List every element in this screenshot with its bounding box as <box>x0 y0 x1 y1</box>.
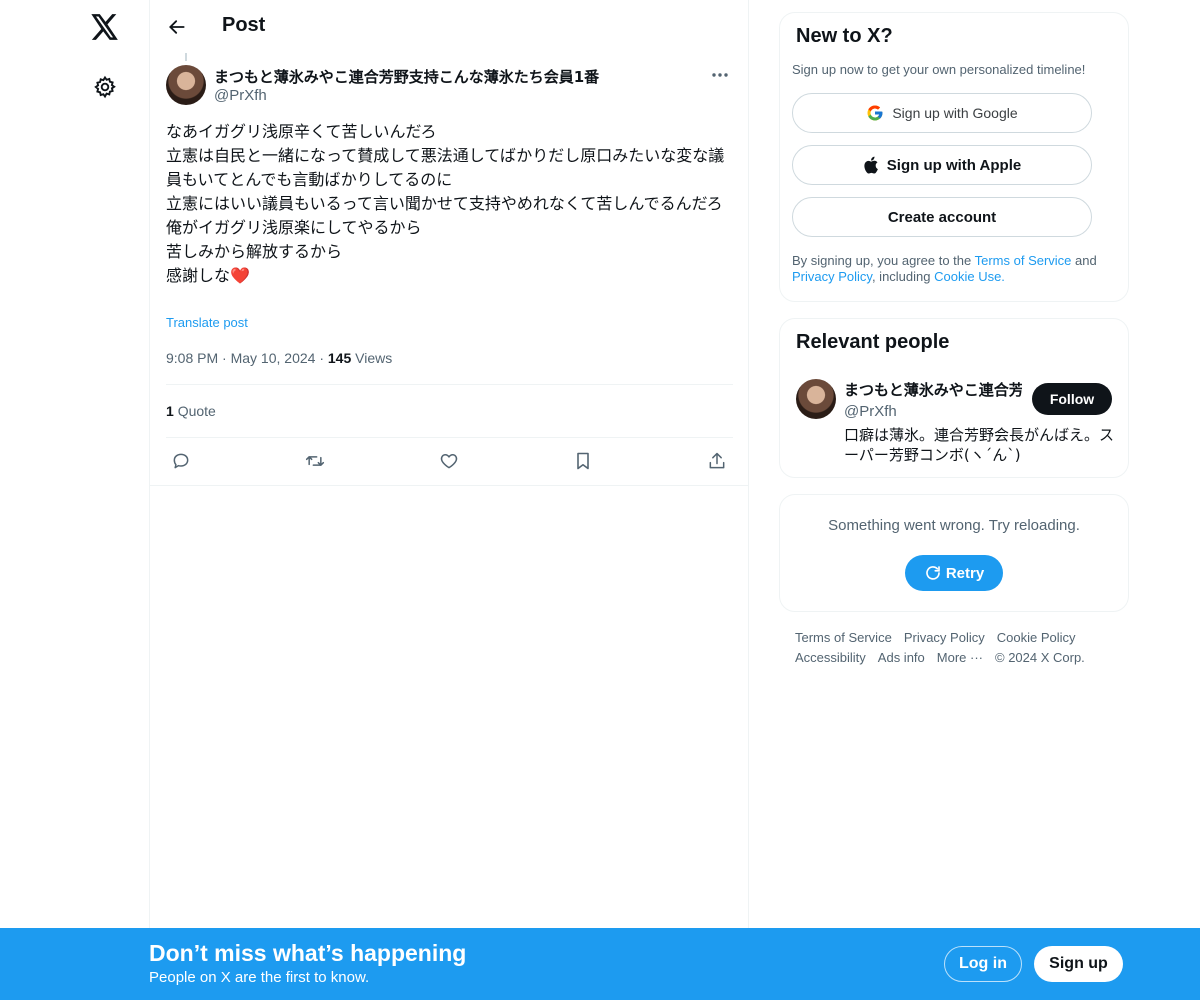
post-actions <box>166 448 733 474</box>
author-name[interactable]: まつもと薄氷みやこ連合芳野支持こんな薄氷たち会員1番 <box>214 66 599 87</box>
quotes-stat[interactable]: 1 Quote <box>166 403 216 419</box>
divider <box>150 485 749 486</box>
translate-post-link[interactable]: Translate post <box>166 315 248 330</box>
post-header: Post <box>150 0 749 53</box>
views-label: Views <box>355 350 393 366</box>
legal-prefix: By signing up, you agree to the <box>792 253 975 268</box>
legal-and: and <box>1071 253 1097 268</box>
like-icon[interactable] <box>434 448 464 474</box>
divider <box>166 437 733 438</box>
relevant-person-bio: 口癖は薄氷。連合芳野会長がんばえ。スーパー芳野コンボ(ヽ´ん`) <box>844 426 1115 464</box>
signup-google-button[interactable]: Sign up with Google <box>792 93 1092 133</box>
share-icon[interactable] <box>702 448 732 474</box>
relevant-person-name[interactable]: まつもと薄氷みやこ連合芳野支持こんな薄氷たち会員1番 <box>844 379 1022 400</box>
privacy-link[interactable]: Privacy Policy <box>792 269 872 284</box>
login-banner: Don’t miss what’s happening People on X … <box>0 928 1200 1000</box>
signup-card-subtitle: Sign up now to get your own personalized… <box>792 62 1086 77</box>
footer-accessibility-link[interactable]: Accessibility <box>795 650 866 665</box>
footer-privacy-link[interactable]: Privacy Policy <box>904 630 985 645</box>
refresh-icon <box>924 564 942 582</box>
post-meta: 9:08 PM · May 10, 2024 · 145 Views <box>166 350 393 366</box>
post-date[interactable]: May 10, 2024 <box>231 350 316 366</box>
terms-link[interactable]: Terms of Service <box>975 253 1072 268</box>
signup-apple-button[interactable]: Sign up with Apple <box>792 145 1092 185</box>
views-count: 145 <box>327 350 352 366</box>
signup-apple-label: Sign up with Apple <box>886 156 1022 174</box>
cookie-link[interactable]: Cookie Use. <box>934 269 1005 284</box>
avatar[interactable] <box>796 379 836 419</box>
thread-line <box>185 53 187 61</box>
bookmark-icon[interactable] <box>568 448 598 474</box>
left-nav <box>0 0 150 1000</box>
follow-button[interactable]: Follow <box>1032 383 1112 415</box>
footer-terms-link[interactable]: Terms of Service <box>795 630 892 645</box>
legal-including: , including <box>871 269 935 284</box>
quote-label: Quote <box>177 403 216 419</box>
divider <box>166 384 733 385</box>
x-logo-icon[interactable] <box>86 8 124 46</box>
page-title: Post <box>222 14 266 36</box>
avatar[interactable] <box>166 65 206 105</box>
error-message: Something went wrong. Try reloading. <box>828 517 1080 534</box>
banner-subtitle: People on X are the first to know. <box>149 969 370 986</box>
reply-icon[interactable] <box>166 448 196 474</box>
retry-label: Retry <box>945 564 985 582</box>
author-handle[interactable]: @PrXfh <box>214 87 267 104</box>
google-icon <box>866 104 884 122</box>
relevant-people-title: Relevant people <box>796 331 950 353</box>
footer-links: Terms of Service Privacy Policy Cookie Pol… <box>795 628 1115 668</box>
more-options-icon[interactable] <box>707 64 733 86</box>
relevant-person-handle[interactable]: @PrXfh <box>844 403 897 420</box>
post-text: なあイガグリ浅原辛くて苦しいんだろ 立憲は自民と一緒になって賛成して悪法通してば… <box>166 122 725 285</box>
post-time[interactable]: 9:08 PM <box>166 350 218 366</box>
gear-icon[interactable] <box>88 70 122 104</box>
arrow-left-icon[interactable] <box>162 12 192 42</box>
error-card: Something went wrong. Try reloading. Ret… <box>779 494 1129 612</box>
repost-icon[interactable] <box>300 448 330 474</box>
login-button[interactable]: Log in <box>944 946 1022 982</box>
footer-more-link[interactable]: More ··· <box>937 650 983 665</box>
quote-count: 1 <box>166 403 174 419</box>
retry-button[interactable]: Retry <box>905 555 1003 591</box>
relevant-people-card: Relevant people まつもと薄氷みやこ連合芳野支持こんな薄氷たち会員… <box>779 318 1129 478</box>
main-column: Post まつもと薄氷みやこ連合芳野支持こんな薄氷たち会員1番 @PrXfh な… <box>150 0 749 1000</box>
footer-cookie-link[interactable]: Cookie Policy <box>997 630 1076 645</box>
signup-google-label: Sign up with Google <box>892 105 1018 121</box>
create-account-button[interactable]: Create account <box>792 197 1092 237</box>
signup-button[interactable]: Sign up <box>1034 946 1123 982</box>
footer-copyright: © 2024 X Corp. <box>995 650 1085 665</box>
banner-title: Don’t miss what’s happening <box>149 940 467 966</box>
signup-card-title: New to X? <box>796 25 893 47</box>
footer-ads-info-link[interactable]: Ads info <box>878 650 925 665</box>
signup-legal-text: By signing up, you agree to the Terms of… <box>792 253 1122 285</box>
signup-card: New to X? Sign up now to get your own pe… <box>779 12 1129 302</box>
apple-icon <box>863 156 879 174</box>
